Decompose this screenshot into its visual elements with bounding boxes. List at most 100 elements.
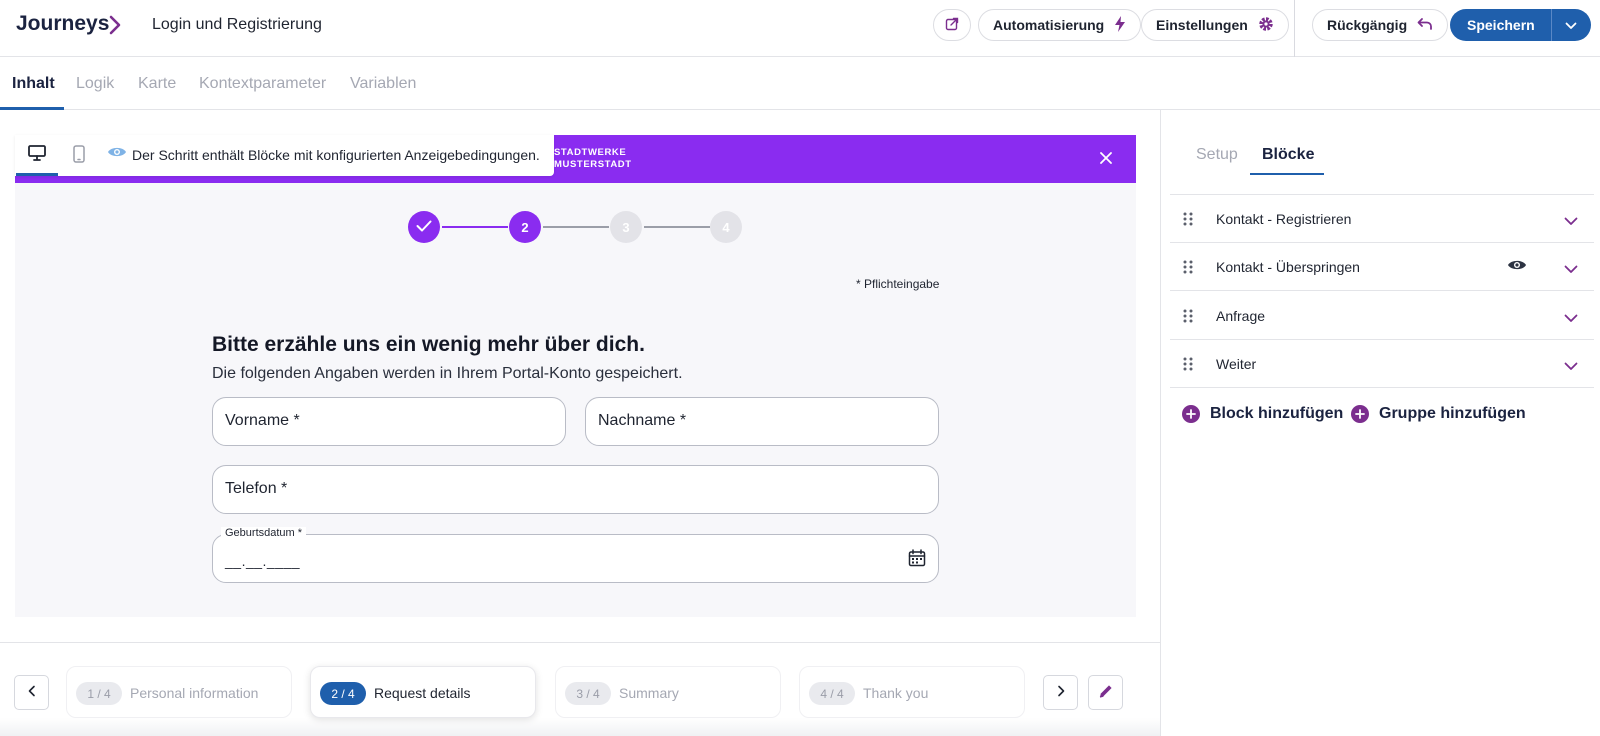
add-block-label: Block hinzufügen xyxy=(1210,405,1344,422)
drag-handle-icon[interactable] xyxy=(1183,309,1193,328)
settings-label: Einstellungen xyxy=(1156,17,1248,33)
display-conditions-notice: Der Schritt enthält Blöcke mit konfiguri… xyxy=(132,147,540,163)
chevron-down-icon[interactable] xyxy=(1564,213,1578,231)
chevron-down-icon[interactable] xyxy=(1564,310,1578,328)
save-options-button[interactable] xyxy=(1550,9,1591,41)
lastname-field[interactable]: Nachname * xyxy=(585,397,939,446)
block-label: Kontakt - Überspringen xyxy=(1216,259,1360,275)
pencil-icon xyxy=(1098,683,1114,702)
desktop-view-button[interactable] xyxy=(16,135,58,176)
chevron-left-icon xyxy=(28,685,36,700)
step-card-badge: 2 / 4 xyxy=(320,682,366,705)
tab-variablen[interactable]: Variablen xyxy=(350,75,416,93)
chevron-down-icon[interactable] xyxy=(1564,358,1578,376)
block-label: Weiter xyxy=(1216,356,1257,372)
lastname-placeholder: Nachname * xyxy=(598,412,687,429)
birthdate-field[interactable]: Geburtsdatum * __.__.____ xyxy=(212,527,939,583)
preview-toolbar: Der Schritt enthält Blöcke mit konfiguri… xyxy=(15,135,554,176)
open-external-button[interactable] xyxy=(933,9,971,41)
chevron-right-icon xyxy=(108,14,122,41)
birthdate-label: Geburtsdatum * xyxy=(221,527,307,539)
close-icon xyxy=(1100,151,1112,167)
automation-label: Automatisierung xyxy=(993,17,1105,33)
stepper-step-1-done xyxy=(408,211,440,243)
preview-brand-line2: MUSTERSTADT xyxy=(554,159,632,170)
birthdate-mask: __.__.____ xyxy=(225,553,301,569)
chevron-right-icon xyxy=(1057,685,1065,700)
plus-circle-icon xyxy=(1182,405,1200,423)
edit-steps-button[interactable] xyxy=(1088,675,1123,710)
previous-step-button[interactable] xyxy=(14,675,49,710)
form-title: Bitte erzähle uns ein wenig mehr über di… xyxy=(212,333,645,356)
header-divider xyxy=(1294,0,1295,57)
step-card-badge: 3 / 4 xyxy=(565,682,611,705)
undo-label: Rückgängig xyxy=(1327,17,1408,33)
firstname-placeholder: Vorname * xyxy=(225,412,300,429)
phone-placeholder: Telefon * xyxy=(225,480,288,497)
undo-button[interactable]: Rückgängig xyxy=(1312,9,1449,41)
step-card-badge: 1 / 4 xyxy=(76,682,122,705)
step-card-3[interactable]: 3 / 4 Summary xyxy=(555,666,781,718)
preview-brand-line1: STADTWERKE xyxy=(554,147,627,158)
block-row[interactable]: Kontakt - Registrieren xyxy=(1170,195,1594,243)
chevron-down-icon[interactable] xyxy=(1564,261,1578,279)
firstname-field[interactable]: Vorname * xyxy=(212,397,566,446)
step-card-2[interactable]: 2 / 4 Request details xyxy=(310,666,536,718)
brand-title[interactable]: Journeys xyxy=(16,12,109,36)
stepper-connector xyxy=(543,226,609,228)
page-title: Login und Registrierung xyxy=(152,16,322,33)
add-group-label: Gruppe hinzufügen xyxy=(1379,405,1526,422)
eye-icon[interactable] xyxy=(1507,258,1527,277)
preview-brand-logo: STADTWERKE MUSTERSTADT xyxy=(554,147,632,171)
save-button-group: Speichern xyxy=(1450,9,1591,41)
check-icon xyxy=(416,220,432,235)
tab-setup[interactable]: Setup xyxy=(1196,146,1238,164)
stepper-step-4: 4 xyxy=(710,211,742,243)
smartphone-icon xyxy=(73,145,85,166)
step-card-4[interactable]: 4 / 4 Thank you xyxy=(799,666,1025,718)
stepper-connector xyxy=(644,226,710,228)
block-label: Anfrage xyxy=(1216,308,1266,324)
drag-handle-icon[interactable] xyxy=(1183,260,1193,279)
mobile-view-button[interactable] xyxy=(58,135,100,176)
tab-inhalt[interactable]: Inhalt xyxy=(12,75,55,93)
phone-field[interactable]: Telefon * xyxy=(212,465,939,514)
automation-button[interactable]: Automatisierung xyxy=(978,9,1142,41)
eye-icon xyxy=(107,145,127,164)
tab-logik[interactable]: Logik xyxy=(76,75,114,93)
tab-karte[interactable]: Karte xyxy=(138,75,176,93)
external-link-icon xyxy=(945,17,959,34)
editor-tabs: Inhalt Logik Karte Kontextparameter Vari… xyxy=(0,57,1600,110)
stepper-connector xyxy=(442,226,508,228)
drag-handle-icon[interactable] xyxy=(1183,212,1193,231)
tab-kontextparameter[interactable]: Kontextparameter xyxy=(199,75,326,93)
settings-button[interactable]: Einstellungen xyxy=(1141,9,1289,41)
block-row[interactable]: Weiter xyxy=(1170,340,1594,388)
stepper-step-3: 3 xyxy=(610,211,642,243)
monitor-icon xyxy=(28,144,46,164)
app-header: Journeys Login und Registrierung Automat… xyxy=(0,0,1600,57)
block-row[interactable]: Anfrage xyxy=(1170,292,1594,340)
add-group-button[interactable]: Gruppe hinzufügen xyxy=(1351,405,1526,423)
step-card-1[interactable]: 1 / 4 Personal information xyxy=(66,666,292,718)
save-button[interactable]: Speichern xyxy=(1450,9,1551,41)
tab-bloecke[interactable]: Blöcke xyxy=(1262,146,1314,164)
gear-icon xyxy=(1258,16,1274,35)
block-row[interactable]: Kontakt - Überspringen xyxy=(1170,243,1594,291)
required-note: * Pflichteingabe xyxy=(856,277,940,291)
calendar-icon[interactable] xyxy=(908,549,926,572)
plus-circle-icon xyxy=(1351,405,1369,423)
stepper-step-2-current: 2 xyxy=(509,211,541,243)
chevron-down-icon xyxy=(1565,18,1577,33)
step-card-label: Request details xyxy=(374,685,471,701)
drag-handle-icon[interactable] xyxy=(1183,357,1193,376)
undo-icon xyxy=(1417,17,1433,34)
active-panel-tab-indicator xyxy=(1250,173,1324,175)
step-card-badge: 4 / 4 xyxy=(809,682,855,705)
form-subtitle: Die folgenden Angaben werden in Ihrem Po… xyxy=(212,365,683,382)
step-card-label: Thank you xyxy=(863,685,929,701)
step-card-label: Summary xyxy=(619,685,679,701)
add-block-button[interactable]: Block hinzufügen xyxy=(1182,405,1343,423)
preview-close-button[interactable] xyxy=(1096,149,1116,169)
next-step-button[interactable] xyxy=(1043,675,1078,710)
